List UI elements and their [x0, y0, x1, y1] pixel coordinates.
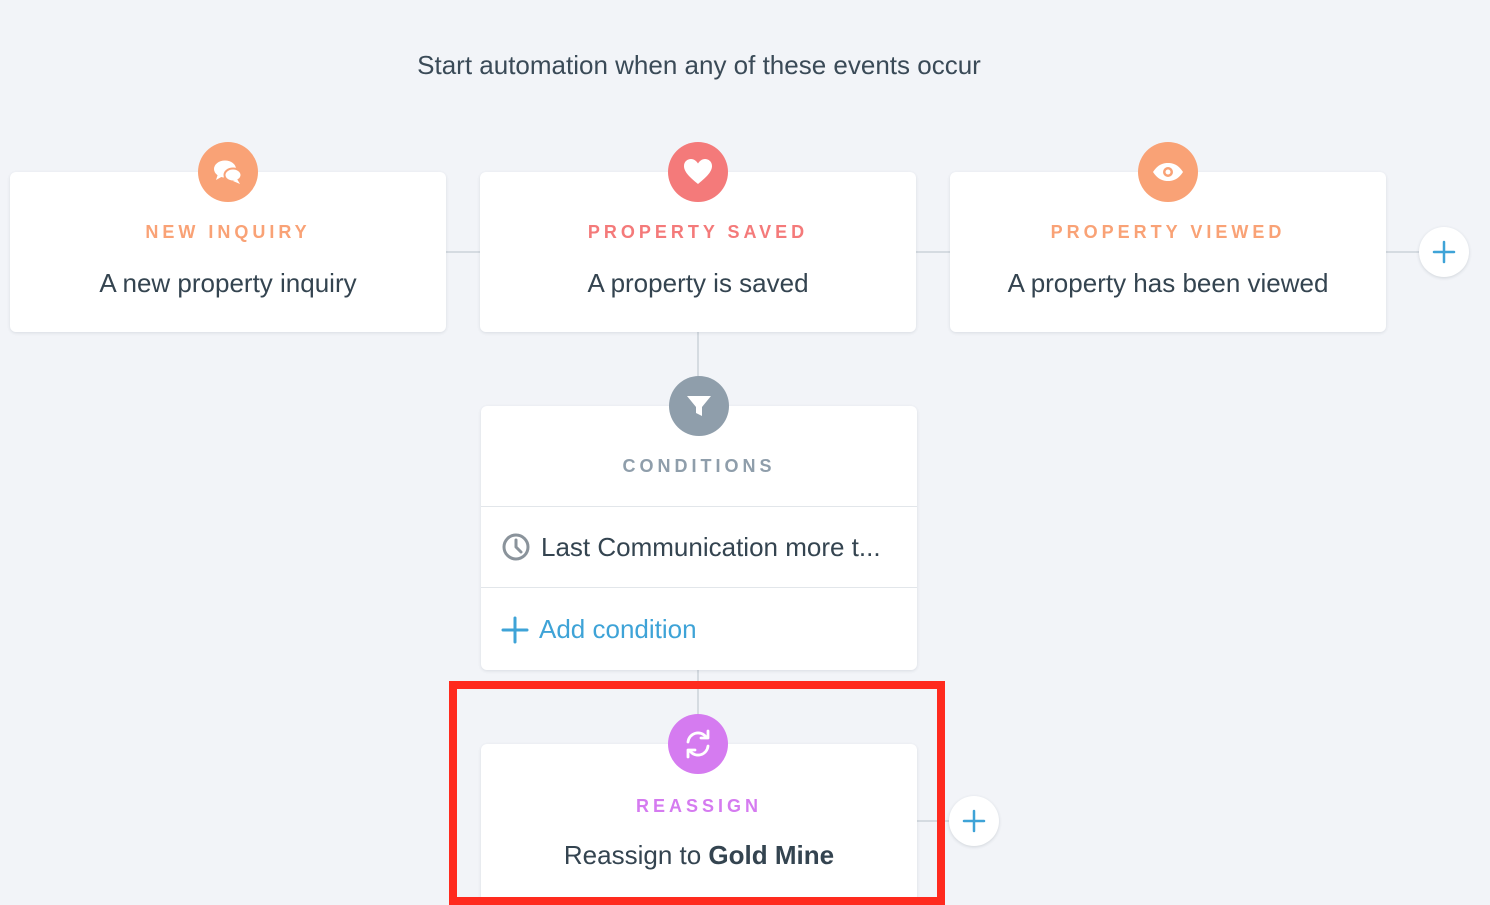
trigger-title: NEW INQUIRY: [145, 222, 311, 242]
heart-icon: [668, 142, 728, 202]
plus-icon: [501, 616, 529, 644]
trigger-description: A new property inquiry: [99, 268, 357, 298]
plus-icon: [962, 809, 986, 833]
add-action-button[interactable]: [949, 796, 999, 846]
conditions-card: CONDITIONS Last Communication more t... …: [481, 406, 917, 670]
action-text-prefix: Reassign to: [563, 840, 709, 870]
connector-line: [1386, 251, 1420, 253]
eye-icon: [1138, 142, 1198, 202]
connector-line: [916, 251, 950, 253]
clock-icon: [501, 532, 531, 562]
trigger-title: PROPERTY VIEWED: [1050, 222, 1286, 242]
action-target: Gold Mine: [708, 840, 835, 870]
condition-item[interactable]: Last Communication more t...: [481, 507, 917, 588]
trigger-description: A property has been viewed: [1007, 268, 1329, 298]
condition-text: Last Communication more t...: [541, 531, 881, 562]
page-heading: Start automation when any of these event…: [417, 50, 981, 80]
filter-icon: [669, 376, 729, 436]
connector-line: [446, 251, 480, 253]
trigger-description: A property is saved: [587, 268, 809, 298]
chat-bubbles-icon: [198, 142, 258, 202]
add-condition-button[interactable]: Add condition: [481, 589, 917, 670]
action-description: Reassign to Gold Mine: [481, 840, 917, 871]
add-condition-label: Add condition: [539, 614, 697, 644]
refresh-icon: [668, 714, 728, 774]
plus-icon: [1432, 240, 1456, 264]
connector-line: [916, 820, 950, 822]
add-trigger-button[interactable]: [1419, 227, 1469, 277]
conditions-title: CONDITIONS: [622, 456, 776, 476]
trigger-title: PROPERTY SAVED: [587, 222, 809, 242]
action-title: REASSIGN: [635, 796, 763, 816]
